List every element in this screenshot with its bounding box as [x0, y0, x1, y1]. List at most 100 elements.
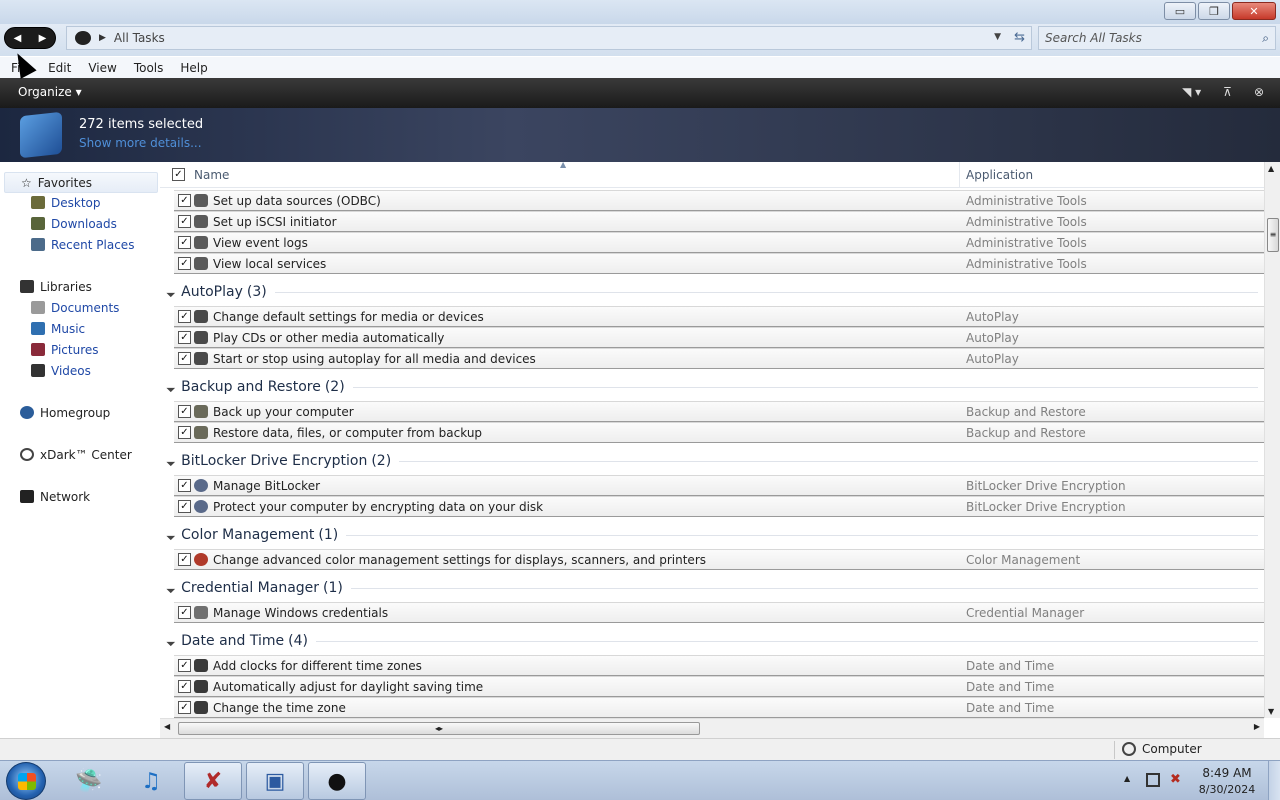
show-more-details-link[interactable]: Show more details...: [79, 136, 202, 150]
list-item[interactable]: ✓ Start or stop using autoplay for all m…: [174, 348, 1264, 369]
list-item[interactable]: ✓ Back up your computer Backup and Resto…: [174, 401, 1264, 422]
view-options-icon[interactable]: ◥ ▾: [1182, 85, 1201, 99]
item-checkbox[interactable]: ✓: [178, 405, 191, 418]
menu-view[interactable]: View: [87, 61, 117, 75]
taskbar-app-ufo-icon[interactable]: 🛸: [60, 762, 118, 800]
clock-time[interactable]: 8:49 AM: [1198, 766, 1256, 780]
taskbar-app-music-icon[interactable]: ♫: [122, 762, 180, 800]
list-item[interactable]: ✓ Play CDs or other media automatically …: [174, 327, 1264, 348]
list-item[interactable]: ✓ Change advanced color management setti…: [174, 549, 1264, 570]
item-checkbox[interactable]: ✓: [178, 257, 191, 270]
sidebar-item-libraries[interactable]: Libraries: [20, 276, 92, 297]
sidebar-item-recent-places[interactable]: Recent Places: [31, 234, 134, 255]
taskbar-app-window-icon[interactable]: ▣: [246, 762, 304, 800]
vertical-scroll-thumb[interactable]: ≡: [1267, 218, 1279, 252]
item-checkbox[interactable]: ✓: [178, 331, 191, 344]
list-item[interactable]: ✓ Set up iSCSI initiator Administrative …: [174, 211, 1264, 232]
collapse-icon[interactable]: ◢: [166, 456, 177, 467]
sidebar-item-desktop[interactable]: Desktop: [31, 192, 101, 213]
help-icon[interactable]: ⊗: [1254, 85, 1264, 99]
sidebar-item-downloads[interactable]: Downloads: [31, 213, 117, 234]
column-application[interactable]: Application: [966, 168, 1033, 182]
show-desktop-button[interactable]: [1268, 761, 1280, 800]
group-header-date-and-time[interactable]: ◢ Date and Time (4): [166, 629, 1258, 653]
select-all-checkbox[interactable]: ✓: [172, 168, 185, 181]
item-checkbox[interactable]: ✓: [178, 659, 191, 672]
group-header-bitlocker[interactable]: ◢ BitLocker Drive Encryption (2): [166, 449, 1258, 473]
menu-tools[interactable]: Tools: [133, 61, 165, 75]
item-checkbox[interactable]: ✓: [178, 479, 191, 492]
group-header-color-management[interactable]: ◢ Color Management (1): [166, 523, 1258, 547]
collapse-icon[interactable]: ◢: [166, 382, 177, 393]
show-hidden-icons-icon[interactable]: ▲: [1124, 774, 1130, 783]
item-checkbox[interactable]: ✓: [178, 606, 191, 619]
address-dropdown-icon[interactable]: ▼: [994, 32, 1001, 42]
minimize-button[interactable]: ▭: [1164, 2, 1196, 20]
scroll-right-icon[interactable]: ▶: [1254, 722, 1260, 731]
item-checkbox[interactable]: ✓: [178, 680, 191, 693]
sidebar-item-videos[interactable]: Videos: [31, 360, 91, 381]
group-header-backup-and-restore[interactable]: ◢ Backup and Restore (2): [166, 375, 1258, 399]
collapse-icon[interactable]: ◢: [166, 636, 177, 647]
taskbar-app-tools-icon[interactable]: ✘: [184, 762, 242, 800]
close-button[interactable]: ✕: [1232, 2, 1276, 20]
scroll-left-icon[interactable]: ◀: [164, 722, 170, 731]
list-item[interactable]: ✓ Manage Windows credentials Credential …: [174, 602, 1264, 623]
address-bar[interactable]: ▶ All Tasks ▼ ⇆: [66, 26, 1032, 50]
item-checkbox[interactable]: ✓: [178, 426, 191, 439]
menu-edit[interactable]: Edit: [47, 61, 72, 75]
sidebar-item-favorites[interactable]: ☆ Favorites: [4, 172, 158, 193]
search-input[interactable]: Search All Tasks ⌕: [1038, 26, 1276, 50]
vertical-scrollbar[interactable]: ▲ ≡ ▼: [1264, 162, 1280, 718]
collapse-icon[interactable]: ◢: [166, 583, 177, 594]
list-item[interactable]: ✓ Change default settings for media or d…: [174, 306, 1264, 327]
refresh-icon[interactable]: ⇆: [1014, 30, 1025, 45]
item-checkbox[interactable]: ✓: [178, 500, 191, 513]
scroll-down-icon[interactable]: ▼: [1268, 707, 1274, 716]
list-item[interactable]: ✓ Change the time zone Date and Time: [174, 697, 1264, 718]
item-checkbox[interactable]: ✓: [178, 553, 191, 566]
sidebar-item-music[interactable]: Music: [31, 318, 85, 339]
sidebar-item-pictures[interactable]: Pictures: [31, 339, 99, 360]
start-button[interactable]: [6, 762, 46, 800]
menu-help[interactable]: Help: [179, 61, 208, 75]
collapse-icon[interactable]: ◢: [166, 530, 177, 541]
pin-icon[interactable]: ⊼: [1223, 85, 1232, 99]
sidebar-item-homegroup[interactable]: Homegroup: [20, 402, 110, 423]
sidebar-item-documents[interactable]: Documents: [31, 297, 119, 318]
item-checkbox[interactable]: ✓: [178, 194, 191, 207]
list-item[interactable]: ✓ Protect your computer by encrypting da…: [174, 496, 1264, 517]
maximize-button[interactable]: ❐: [1198, 2, 1230, 20]
volume-muted-icon[interactable]: ✖: [1170, 772, 1181, 787]
back-icon[interactable]: ◀: [14, 33, 22, 44]
item-checkbox[interactable]: ✓: [178, 310, 191, 323]
breadcrumb-all-tasks[interactable]: All Tasks: [114, 31, 165, 45]
sidebar-item-network[interactable]: Network: [20, 486, 90, 507]
group-header-credential-manager[interactable]: ◢ Credential Manager (1): [166, 576, 1258, 600]
list-item[interactable]: ✓ Restore data, files, or computer from …: [174, 422, 1264, 443]
horizontal-scrollbar[interactable]: ◀ ◂▸ ▶: [160, 718, 1264, 738]
network-status-icon[interactable]: [1146, 773, 1160, 787]
sidebar-item-xdark-center[interactable]: xDark™ Center: [20, 444, 132, 465]
organize-button[interactable]: Organize ▾: [18, 85, 82, 99]
list-item[interactable]: ✓ View local services Administrative Too…: [174, 253, 1264, 274]
list-item[interactable]: ✓ Automatically adjust for daylight savi…: [174, 676, 1264, 697]
column-divider[interactable]: [959, 162, 960, 188]
list-item[interactable]: ✓ Add clocks for different time zones Da…: [174, 655, 1264, 676]
list-item[interactable]: ✓ Set up data sources (ODBC) Administrat…: [174, 190, 1264, 211]
forward-icon[interactable]: ▶: [39, 33, 47, 44]
collapse-icon[interactable]: ◢: [166, 287, 177, 298]
scroll-up-icon[interactable]: ▲: [1268, 164, 1274, 173]
item-checkbox[interactable]: ✓: [178, 352, 191, 365]
list-item[interactable]: ✓ View event logs Administrative Tools: [174, 232, 1264, 253]
clock-date[interactable]: 8/30/2024: [1194, 783, 1260, 796]
search-icon[interactable]: ⌕: [1262, 31, 1269, 46]
breadcrumb-separator-icon[interactable]: ▶: [99, 33, 106, 43]
item-checkbox[interactable]: ✓: [178, 215, 191, 228]
group-header-autoplay[interactable]: ◢ AutoPlay (3): [166, 280, 1258, 304]
column-name[interactable]: Name: [194, 168, 229, 182]
item-checkbox[interactable]: ✓: [178, 236, 191, 249]
item-checkbox[interactable]: ✓: [178, 701, 191, 714]
horizontal-scroll-thumb[interactable]: ◂▸: [178, 722, 700, 735]
taskbar-app-control-panel-icon[interactable]: ●: [308, 762, 366, 800]
